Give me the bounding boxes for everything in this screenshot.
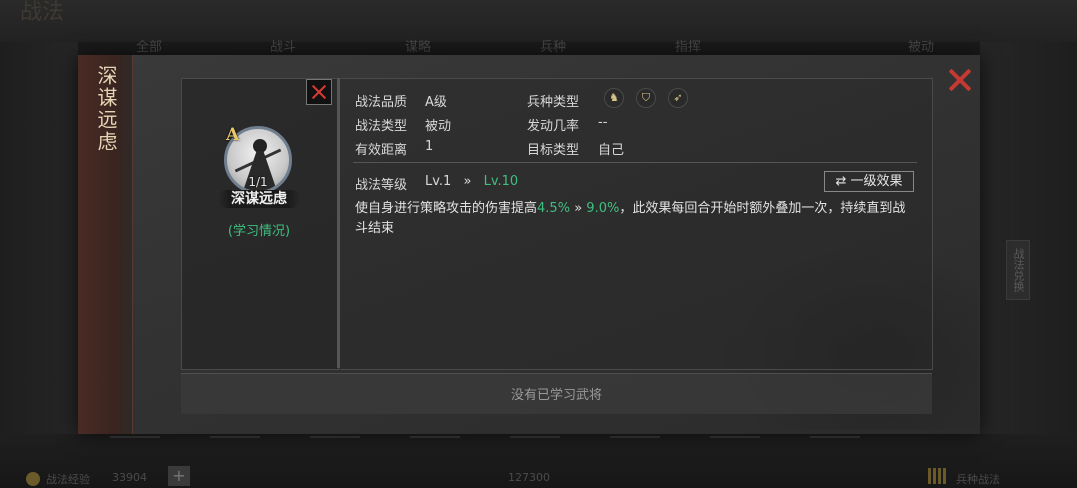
rate-value: -- xyxy=(598,115,608,130)
target-value: 自己 xyxy=(598,143,625,158)
troop-skill-label: 兵种战法 xyxy=(956,473,1000,486)
troop-label: 兵种类型 xyxy=(527,95,580,110)
section-divider xyxy=(353,162,917,163)
rate-label: 发动几率 xyxy=(527,119,580,134)
range-label: 有效距离 xyxy=(355,143,408,158)
attribute-target: 目标类型 xyxy=(527,139,579,158)
level-values: Lv.1 » Lv.10 xyxy=(425,174,518,189)
desc-value-to: 9.0% xyxy=(586,201,620,216)
desc-value-from: 4.5% xyxy=(537,201,571,216)
desc-part1: 使自身进行策略攻击的伤害提高 xyxy=(355,201,538,216)
background-tab: 指挥 xyxy=(675,40,702,55)
background-card xyxy=(310,436,360,448)
cavalry-icon: ♞ xyxy=(604,88,624,108)
desc-arrow: » xyxy=(574,201,583,216)
range-value: 1 xyxy=(425,139,434,154)
level-effect-button[interactable]: ⇄ 一级效果 xyxy=(824,171,914,192)
attribute-rate: 发动几率 xyxy=(527,115,579,134)
background-tab: 战斗 xyxy=(270,40,297,55)
background-card xyxy=(610,436,660,448)
background-card xyxy=(810,436,860,448)
quality-value: A级 xyxy=(425,95,447,110)
type-value: 被动 xyxy=(425,119,452,134)
background-tab: 被动 xyxy=(908,40,935,55)
learn-status-link[interactable]: (学习情况) xyxy=(218,220,300,239)
attribute-range: 有效距离 xyxy=(355,139,407,158)
background-side-badge: 战法兑换 xyxy=(1006,240,1030,300)
skill-detail-modal: 深谋远虑 A 1/1 深谋远虑 (学习情况) 战法品质 A级 战法类型 被动 有… xyxy=(78,55,980,434)
attribute-rate-value: -- xyxy=(598,115,607,130)
background-tab: 谋略 xyxy=(405,40,432,55)
attribute-quality: 战法品质 xyxy=(355,91,407,110)
skill-exp-label: 战法经验 xyxy=(46,473,90,486)
level-to: Lv.10 xyxy=(483,174,519,189)
background-left-strip xyxy=(0,42,78,442)
effect-button-label: 一级效果 xyxy=(850,174,903,189)
bow-icon: ➶ xyxy=(668,88,688,108)
attribute-type-value: 被动 xyxy=(425,115,451,134)
attribute-troop: 兵种类型 xyxy=(527,91,579,110)
skill-uses: 1/1 xyxy=(248,175,268,189)
background-title: 战法 xyxy=(20,0,65,25)
bottom-center-value: 127300 xyxy=(508,471,550,484)
swap-icon: ⇄ xyxy=(835,174,847,189)
target-label: 目标类型 xyxy=(527,143,580,158)
level-arrow: » xyxy=(463,174,472,189)
shield-icon: ⛉ xyxy=(636,88,656,108)
modal-side-banner: 深谋远虑 xyxy=(78,55,133,434)
background-tabs: 全部 战斗 谋略 兵种 指挥 被动 xyxy=(100,36,980,56)
attribute-range-value: 1 xyxy=(425,139,433,154)
no-learned-generals-text: 没有已学习武将 xyxy=(510,388,602,403)
close-icon[interactable] xyxy=(945,66,973,94)
background-card xyxy=(410,436,460,448)
quality-label: 战法品质 xyxy=(355,95,408,110)
skill-description: 使自身进行策略攻击的伤害提高4.5% » 9.0%，此效果每回合开始时额外叠加一… xyxy=(355,199,915,239)
attribute-type: 战法类型 xyxy=(355,115,407,134)
modal-side-title: 深谋远虑 xyxy=(94,65,118,153)
type-label: 战法类型 xyxy=(355,119,408,134)
level-row: 战法等级 xyxy=(355,174,407,193)
skill-exp-value: 33904 xyxy=(112,471,147,484)
background-card-row xyxy=(110,436,970,450)
remove-icon[interactable] xyxy=(306,79,332,105)
coin-icon xyxy=(26,472,40,486)
attribute-target-value: 自己 xyxy=(598,139,624,158)
skill-name: 深谋远虑 xyxy=(231,191,287,207)
plus-button[interactable]: + xyxy=(168,466,190,486)
background-card xyxy=(510,436,560,448)
background-card xyxy=(110,436,160,448)
level-from: Lv.1 xyxy=(425,174,452,189)
background-tab: 兵种 xyxy=(540,40,567,55)
level-label: 战法等级 xyxy=(355,178,408,193)
skill-grade: A xyxy=(226,125,240,145)
grid-icon xyxy=(928,468,948,484)
background-card xyxy=(210,436,260,448)
figure-head xyxy=(253,139,267,153)
background-tab: 全部 xyxy=(136,40,163,55)
background-card xyxy=(710,436,760,448)
attribute-quality-value: A级 xyxy=(425,91,447,110)
